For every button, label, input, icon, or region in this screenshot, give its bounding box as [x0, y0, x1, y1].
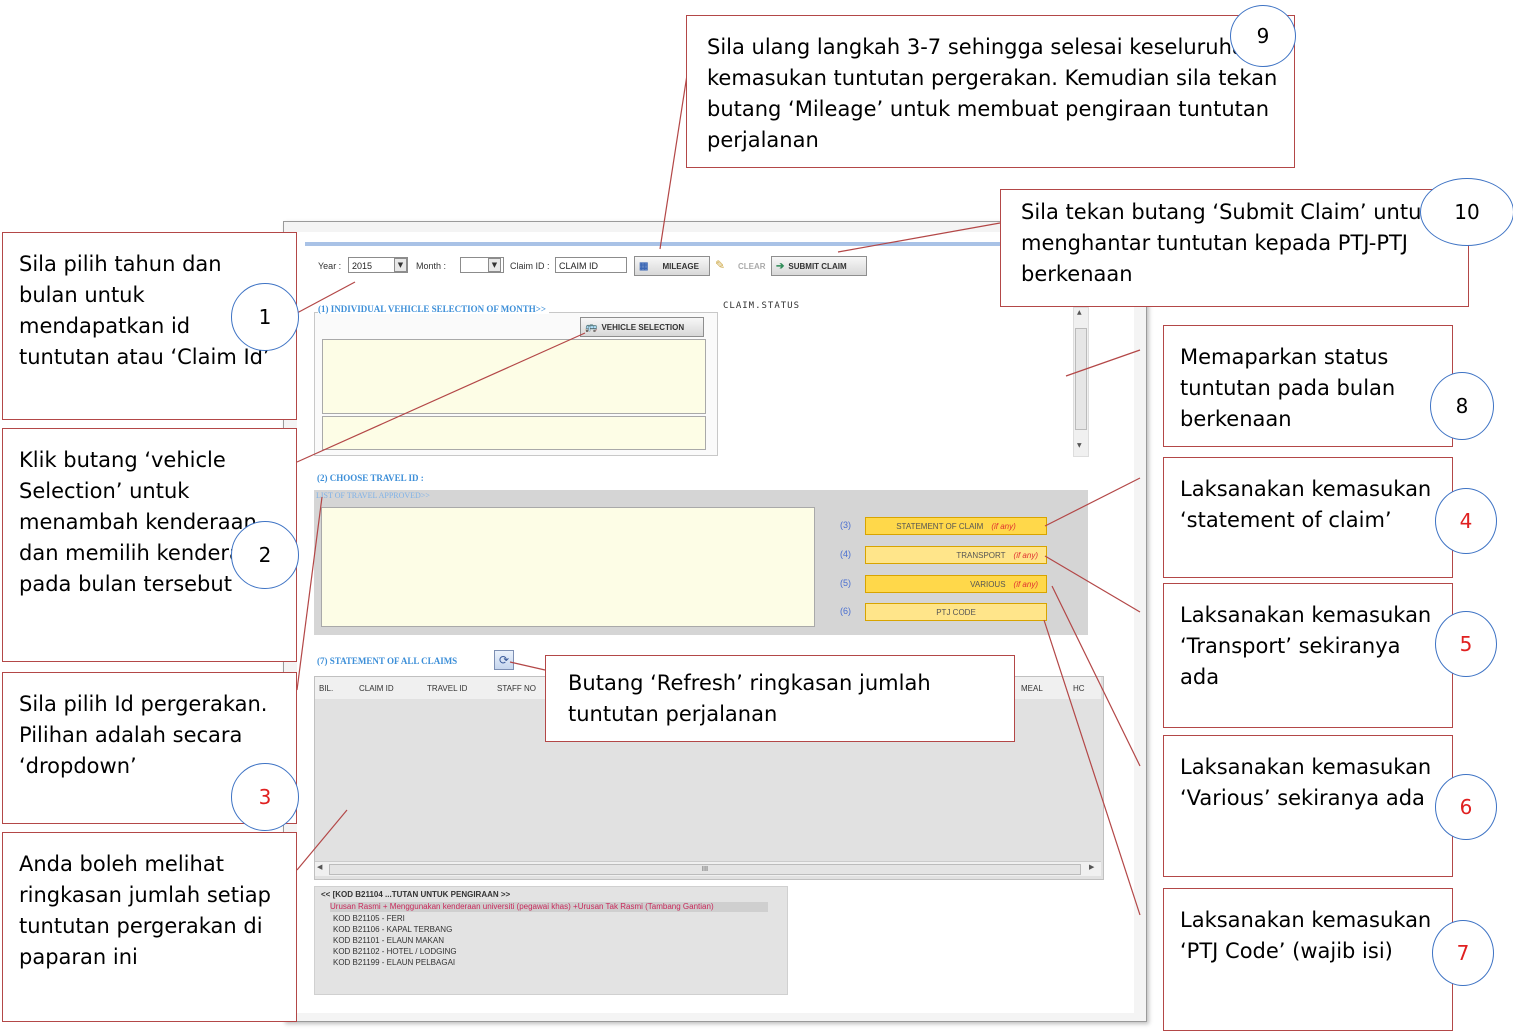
- leader-line-8: [1065, 349, 1141, 377]
- callout-8: Memaparkan status tuntutan pada bulan be…: [1163, 325, 1453, 447]
- leader-line-refresh: [509, 661, 546, 671]
- step-number-9: 9: [1230, 5, 1296, 67]
- leader-line-view: [296, 809, 348, 871]
- leader-line-1: [296, 281, 356, 314]
- leader-line-6: [1051, 585, 1141, 767]
- callout-refresh: Butang ‘Refresh’ ringkasan jumlah tuntut…: [545, 655, 1015, 742]
- callout-6: Laksanakan kemasukan ‘Various’ sekiranya…: [1163, 735, 1453, 877]
- leader-line-5: [1044, 555, 1141, 613]
- leader-line-4: [1044, 477, 1141, 527]
- callout-4: Laksanakan kemasukan ‘statement of claim…: [1163, 457, 1453, 578]
- step-number-3: 3: [231, 763, 299, 831]
- step-number-7: 7: [1432, 920, 1494, 986]
- step-number-10: 10: [1420, 178, 1513, 246]
- callout-10: Sila tekan butang ‘Submit Claim’ untuk m…: [1000, 189, 1469, 307]
- step-number-2: 2: [231, 521, 299, 589]
- step-number-5: 5: [1435, 611, 1497, 677]
- callout-9: Sila ulang langkah 3-7 sehingga selesai …: [686, 15, 1295, 168]
- step-number-6: 6: [1435, 774, 1497, 840]
- callout-view-summary: Anda boleh melihat ringkasan jumlah seti…: [2, 832, 297, 1022]
- callout-5: Laksanakan kemasukan ‘Transport’ sekiran…: [1163, 583, 1453, 728]
- leader-line-3: [296, 496, 323, 691]
- callout-7: Laksanakan kemasukan ‘PTJ Code’ (wajib i…: [1163, 888, 1453, 1031]
- step-number-8: 8: [1430, 372, 1494, 440]
- leader-line-10: [837, 222, 1001, 253]
- step-number-1: 1: [231, 283, 299, 351]
- leader-line-7: [1043, 619, 1141, 916]
- leader-line-9: [659, 74, 688, 250]
- step-number-4: 4: [1435, 488, 1497, 554]
- leader-line-2: [296, 332, 586, 463]
